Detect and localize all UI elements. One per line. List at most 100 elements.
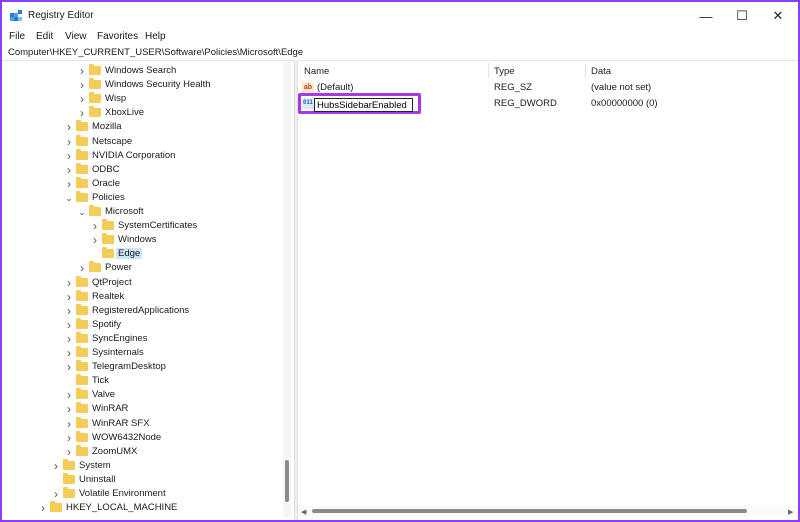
tree-item-windows-security-health[interactable]: › Windows Security Health xyxy=(2,78,282,92)
tree-item-edge[interactable]: Edge xyxy=(2,247,282,261)
chevron-right-icon[interactable]: › xyxy=(64,417,74,431)
tree-item-winrar-sfx[interactable]: › WinRAR SFX xyxy=(2,416,282,431)
tree-item-systemcertificates[interactable]: › SystemCertificates xyxy=(2,219,282,233)
menu-favorites[interactable]: Favorites xyxy=(97,31,138,42)
tree-item-registeredapplications[interactable]: › RegisteredApplications xyxy=(2,303,282,318)
folder-icon xyxy=(76,190,88,202)
chevron-right-icon[interactable]: › xyxy=(51,459,61,473)
folder-icon xyxy=(89,261,101,273)
registry-key-tree[interactable]: › Windows Search › Windows Security Health ›… xyxy=(2,61,294,520)
chevron-right-icon[interactable]: › xyxy=(64,304,74,318)
chevron-right-icon[interactable]: › xyxy=(64,402,74,416)
scroll-right-icon[interactable]: ▶ xyxy=(788,508,793,516)
chevron-right-icon[interactable]: › xyxy=(64,360,74,374)
chevron-right-icon[interactable]: › xyxy=(64,431,74,445)
tree-item-mozilla[interactable]: › Mozilla xyxy=(2,120,282,134)
column-divider[interactable] xyxy=(585,63,586,78)
values-scroll-thumb[interactable] xyxy=(312,509,747,513)
column-header-data[interactable]: Data xyxy=(591,66,611,77)
chevron-right-icon[interactable]: › xyxy=(90,219,100,233)
chevron-right-icon[interactable]: › xyxy=(64,346,74,360)
tree-item-microsoft[interactable]: ⌄ Microsoft xyxy=(2,205,282,219)
folder-icon xyxy=(63,487,75,498)
tree-item-winrar[interactable]: › WinRAR xyxy=(2,402,282,416)
chevron-right-icon[interactable]: › xyxy=(77,78,87,92)
column-header-name[interactable]: Name xyxy=(304,66,329,77)
value-row-hubssidebarenabled[interactable]: 011 REG_DWORD 0x00000000 (0) xyxy=(298,93,798,114)
tree-item-policies[interactable]: ⌄ Policies xyxy=(2,190,282,205)
tree-item-syncengines[interactable]: › SyncEngines xyxy=(2,331,282,346)
tree-item-netscape[interactable]: › Netscape xyxy=(2,134,282,149)
folder-icon xyxy=(76,402,88,414)
folder-icon xyxy=(76,148,88,160)
chevron-right-icon[interactable]: › xyxy=(64,135,74,149)
tree-item-power[interactable]: › Power xyxy=(2,261,282,275)
tree-item-uninstall[interactable]: Uninstall xyxy=(2,472,282,487)
minimize-button[interactable]: — xyxy=(688,2,724,30)
tree-item-windows-search[interactable]: › Windows Search xyxy=(2,64,282,78)
address-bar[interactable]: Computer\HKEY_CURRENT_USER\Software\Poli… xyxy=(2,45,798,61)
maximize-button[interactable]: ☐ xyxy=(724,2,760,30)
tree-item-hkey-local-machine[interactable]: › HKEY_LOCAL_MACHINE xyxy=(2,501,282,515)
chevron-right-icon[interactable]: › xyxy=(90,233,100,247)
minimize-icon: — xyxy=(699,8,713,24)
tree-item-zoomumx[interactable]: › ZoomUMX xyxy=(2,444,282,459)
chevron-right-icon[interactable]: › xyxy=(77,64,87,78)
chevron-right-icon[interactable]: › xyxy=(64,290,74,304)
chevron-right-icon[interactable]: › xyxy=(64,163,74,177)
chevron-right-icon[interactable]: › xyxy=(77,106,87,120)
folder-icon xyxy=(76,162,88,174)
rename-value-input[interactable] xyxy=(314,98,413,112)
chevron-right-icon[interactable]: › xyxy=(38,501,48,515)
chevron-right-icon[interactable]: › xyxy=(51,487,61,501)
tree-item-tick[interactable]: Tick xyxy=(2,374,282,388)
registry-editor-icon xyxy=(10,10,22,21)
chevron-right-icon[interactable]: › xyxy=(64,149,74,163)
menu-view[interactable]: View xyxy=(65,31,87,42)
tree-item-wow6432node[interactable]: › WOW6432Node xyxy=(2,430,282,445)
tree-item-volatile-environment[interactable]: › Volatile Environment xyxy=(2,487,282,501)
menu-file[interactable]: File xyxy=(9,31,25,42)
tree-vertical-scrollbar[interactable] xyxy=(283,62,291,517)
tree-item-valve[interactable]: › Valve xyxy=(2,388,282,402)
tree-item-xboxlive[interactable]: › XboxLive xyxy=(2,106,282,120)
chevron-right-icon[interactable]: › xyxy=(64,388,74,402)
tree-item-label: Realtek xyxy=(92,290,125,302)
column-divider[interactable] xyxy=(488,63,489,78)
tree-item-label: Tick xyxy=(92,375,110,387)
address-path[interactable]: Computer\HKEY_CURRENT_USER\Software\Poli… xyxy=(8,47,303,58)
chevron-right-icon[interactable]: › xyxy=(64,177,74,191)
chevron-right-icon[interactable]: › xyxy=(64,332,74,346)
menu-edit[interactable]: Edit xyxy=(36,31,53,42)
chevron-right-icon[interactable]: › xyxy=(64,120,74,134)
chevron-right-icon[interactable]: › xyxy=(64,445,74,459)
tree-item-system[interactable]: › System xyxy=(2,458,282,473)
tree-item-sysinternals[interactable]: › Sysinternals xyxy=(2,346,282,360)
tree-item-qtproject[interactable]: › QtProject xyxy=(2,275,282,290)
tree-item-odbc[interactable]: › ODBC xyxy=(2,162,282,177)
folder-icon xyxy=(76,317,88,329)
tree-item-oracle[interactable]: › Oracle xyxy=(2,176,282,191)
close-button[interactable]: ✕ xyxy=(760,2,796,30)
tree-item-spotify[interactable]: › Spotify xyxy=(2,317,282,332)
tree-item-label: XboxLive xyxy=(105,107,145,119)
tree-item-windows[interactable]: › Windows xyxy=(2,233,282,247)
tree-scroll-thumb[interactable] xyxy=(285,460,289,502)
chevron-down-icon[interactable]: ⌄ xyxy=(77,205,87,219)
folder-icon xyxy=(63,472,75,484)
chevron-down-icon[interactable]: ⌄ xyxy=(64,191,74,205)
tree-item-telegramdesktop[interactable]: › TelegramDesktop xyxy=(2,360,282,374)
tree-item-nvidia-corporation[interactable]: › NVIDIA Corporation xyxy=(2,148,282,163)
tree-item-realtek[interactable]: › Realtek xyxy=(2,289,282,304)
menu-help[interactable]: Help xyxy=(145,31,166,42)
chevron-right-icon[interactable]: › xyxy=(77,261,87,275)
tree-item-label: Windows xyxy=(118,234,157,246)
chevron-right-icon[interactable]: › xyxy=(64,318,74,332)
folder-icon xyxy=(89,64,101,75)
tree-item-label: WOW6432Node xyxy=(92,431,162,443)
chevron-right-icon[interactable]: › xyxy=(77,92,87,106)
column-header-type[interactable]: Type xyxy=(494,66,515,77)
chevron-right-icon[interactable]: › xyxy=(64,276,74,290)
scroll-left-icon[interactable]: ◀ xyxy=(301,508,306,516)
tree-item-wisp[interactable]: › Wisp xyxy=(2,92,282,106)
